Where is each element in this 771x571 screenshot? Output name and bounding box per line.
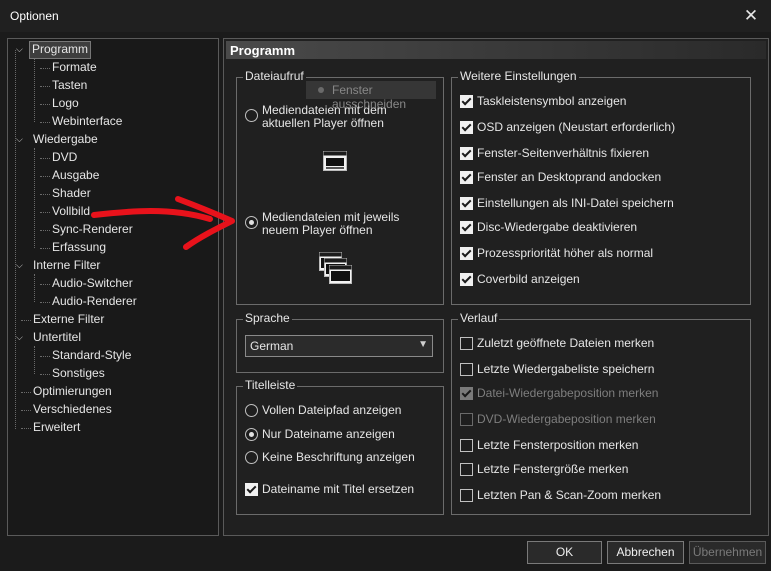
single-player-icon bbox=[323, 151, 347, 171]
tree-item-audio-renderer[interactable]: Audio-Renderer bbox=[50, 293, 139, 309]
close-icon[interactable]: ✕ bbox=[739, 4, 763, 28]
tree-item-interne-filter[interactable]: Interne Filter bbox=[31, 257, 102, 273]
checkbox-ini-file-label[interactable]: Einstellungen als INI-Datei speichern bbox=[477, 196, 674, 210]
checkbox-pan-scan[interactable] bbox=[460, 489, 473, 502]
group-verlauf: Verlauf Zuletzt geöffnete Dateien merken… bbox=[451, 311, 751, 515]
collapse-icon[interactable]: ⌵ bbox=[16, 333, 25, 342]
radio-no-caption-label[interactable]: Keine Beschriftung anzeigen bbox=[262, 450, 415, 464]
tree-item-webinterface[interactable]: Webinterface bbox=[50, 113, 124, 129]
tree-item-shader[interactable]: Shader bbox=[50, 185, 93, 201]
tree-item-sonstiges[interactable]: Sonstiges bbox=[50, 365, 107, 381]
radio-new-player-label[interactable]: Mediendateien mit jeweils neuem Player ö… bbox=[262, 211, 437, 237]
checkbox-pan-scan-label[interactable]: Letzten Pan & Scan-Zoom merken bbox=[477, 488, 661, 502]
chevron-down-icon: ▼ bbox=[418, 339, 428, 350]
tree-item-tasten[interactable]: Tasten bbox=[50, 77, 89, 93]
group-label: Verlauf bbox=[458, 311, 500, 325]
checkbox-window-position[interactable] bbox=[460, 439, 473, 452]
checkbox-process-priority-label[interactable]: Prozesspriorität höher als normal bbox=[477, 246, 653, 260]
checkbox-cover-art[interactable] bbox=[460, 273, 473, 286]
window-title: Optionen bbox=[10, 9, 59, 23]
checkbox-taskbar-icon-label[interactable]: Taskleistensymbol anzeigen bbox=[477, 94, 626, 108]
panel-title: Programm bbox=[230, 43, 296, 58]
group-label: Dateiaufruf bbox=[243, 69, 306, 83]
collapse-icon[interactable]: ⌵ bbox=[16, 261, 25, 270]
panel-header: Programm bbox=[226, 41, 766, 59]
tree-item-standard-style[interactable]: Standard-Style bbox=[50, 347, 133, 363]
ghost-tooltip-text: Fenster ausschneiden bbox=[332, 83, 407, 111]
apply-button[interactable]: Übernehmen bbox=[689, 541, 766, 564]
radio-filename-only-label[interactable]: Nur Dateiname anzeigen bbox=[262, 427, 395, 441]
checkbox-osd-label[interactable]: OSD anzeigen (Neustart erforderlich) bbox=[477, 120, 675, 134]
tree-item-vollbild[interactable]: Vollbild bbox=[50, 203, 92, 219]
checkbox-process-priority[interactable] bbox=[460, 247, 473, 260]
group-sprache: Sprache German ▼ bbox=[236, 311, 444, 373]
tree-item-logo[interactable]: Logo bbox=[50, 95, 81, 111]
checkbox-window-size[interactable] bbox=[460, 463, 473, 476]
options-tree: ⌵ Programm Formate Tasten Logo Webinterf… bbox=[7, 38, 219, 536]
checkbox-save-playlist[interactable] bbox=[460, 363, 473, 376]
radio-full-path-label[interactable]: Vollen Dateipfad anzeigen bbox=[262, 403, 401, 417]
checkbox-cover-art-label[interactable]: Coverbild anzeigen bbox=[477, 272, 580, 286]
group-label: Titelleiste bbox=[243, 378, 298, 392]
ok-button[interactable]: OK bbox=[527, 541, 602, 564]
checkbox-desktop-dock-label[interactable]: Fenster an Desktoprand andocken bbox=[477, 170, 661, 184]
tree-item-dvd[interactable]: DVD bbox=[50, 149, 79, 165]
tree-item-untertitel[interactable]: Untertitel bbox=[31, 329, 83, 345]
radio-new-player[interactable] bbox=[245, 216, 258, 229]
language-select[interactable]: German ▼ bbox=[245, 335, 433, 357]
checkbox-taskbar-icon[interactable] bbox=[460, 95, 473, 108]
tree-item-externe-filter[interactable]: Externe Filter bbox=[31, 311, 106, 327]
radio-no-caption[interactable] bbox=[245, 451, 258, 464]
checkbox-window-size-label[interactable]: Letzte Fenstergröße merken bbox=[477, 462, 628, 476]
checkbox-aspect-ratio-label[interactable]: Fenster-Seitenverhältnis fixieren bbox=[477, 146, 649, 160]
checkbox-recent-files[interactable] bbox=[460, 337, 473, 350]
tree-item-optimierungen[interactable]: Optimierungen bbox=[31, 383, 114, 399]
group-titelleiste: Titelleiste Vollen Dateipfad anzeigen Nu… bbox=[236, 378, 444, 515]
checkbox-recent-files-label[interactable]: Zuletzt geöffnete Dateien merken bbox=[477, 336, 654, 350]
checkbox-disc-playback-label[interactable]: Disc-Wiedergabe deaktivieren bbox=[477, 220, 637, 234]
checkbox-ini-file[interactable] bbox=[460, 197, 473, 210]
checkbox-file-position bbox=[460, 387, 473, 400]
group-label: Sprache bbox=[243, 311, 292, 325]
checkbox-aspect-ratio[interactable] bbox=[460, 147, 473, 160]
tree-item-verschiedenes[interactable]: Verschiedenes bbox=[31, 401, 114, 417]
settings-panel: Programm Dateiaufruf Mediendateien mit d… bbox=[223, 38, 769, 536]
radio-current-player[interactable] bbox=[245, 109, 258, 122]
checkbox-dvd-position bbox=[460, 413, 473, 426]
checkbox-file-position-label: Datei-Wiedergabeposition merken bbox=[477, 386, 659, 400]
checkbox-osd[interactable] bbox=[460, 121, 473, 134]
collapse-icon[interactable]: ⌵ bbox=[16, 45, 25, 54]
tree-item-audio-switcher[interactable]: Audio-Switcher bbox=[50, 275, 135, 291]
checkbox-dvd-position-label: DVD-Wiedergabeposition merken bbox=[477, 412, 656, 426]
tree-item-wiedergabe[interactable]: Wiedergabe bbox=[31, 131, 100, 147]
checkbox-desktop-dock[interactable] bbox=[460, 171, 473, 184]
language-select-value: German bbox=[250, 339, 294, 353]
cancel-button[interactable]: Abbrechen bbox=[607, 541, 684, 564]
tree-item-ausgabe[interactable]: Ausgabe bbox=[50, 167, 101, 183]
group-weitere-einstellungen: Weitere Einstellungen Taskleistensymbol … bbox=[451, 69, 751, 305]
checkbox-replace-title[interactable] bbox=[245, 483, 258, 496]
checkbox-replace-title-label[interactable]: Dateiname mit Titel ersetzen bbox=[262, 482, 414, 496]
checkbox-disc-playback[interactable] bbox=[460, 221, 473, 234]
red-arrow-annotation bbox=[91, 196, 235, 250]
tree-item-erweitert[interactable]: Erweitert bbox=[31, 419, 82, 435]
ghost-tooltip: Fenster ausschneiden bbox=[306, 81, 436, 111]
checkbox-window-position-label[interactable]: Letzte Fensterposition merken bbox=[477, 438, 638, 452]
group-dateiaufruf: Dateiaufruf Mediendateien mit dem aktuel… bbox=[236, 69, 444, 305]
checkbox-save-playlist-label[interactable]: Letzte Wiedergabeliste speichern bbox=[477, 362, 654, 376]
group-label: Weitere Einstellungen bbox=[458, 69, 579, 83]
radio-full-path[interactable] bbox=[245, 404, 258, 417]
radio-filename-only[interactable] bbox=[245, 428, 258, 441]
collapse-icon[interactable]: ⌵ bbox=[16, 135, 25, 144]
multi-player-icon bbox=[319, 252, 352, 284]
title-bar: Optionen ✕ bbox=[0, 0, 771, 32]
tree-item-formate[interactable]: Formate bbox=[50, 59, 99, 75]
tree-item-programm[interactable]: Programm bbox=[29, 41, 92, 59]
ghost-dot-icon bbox=[318, 87, 324, 93]
